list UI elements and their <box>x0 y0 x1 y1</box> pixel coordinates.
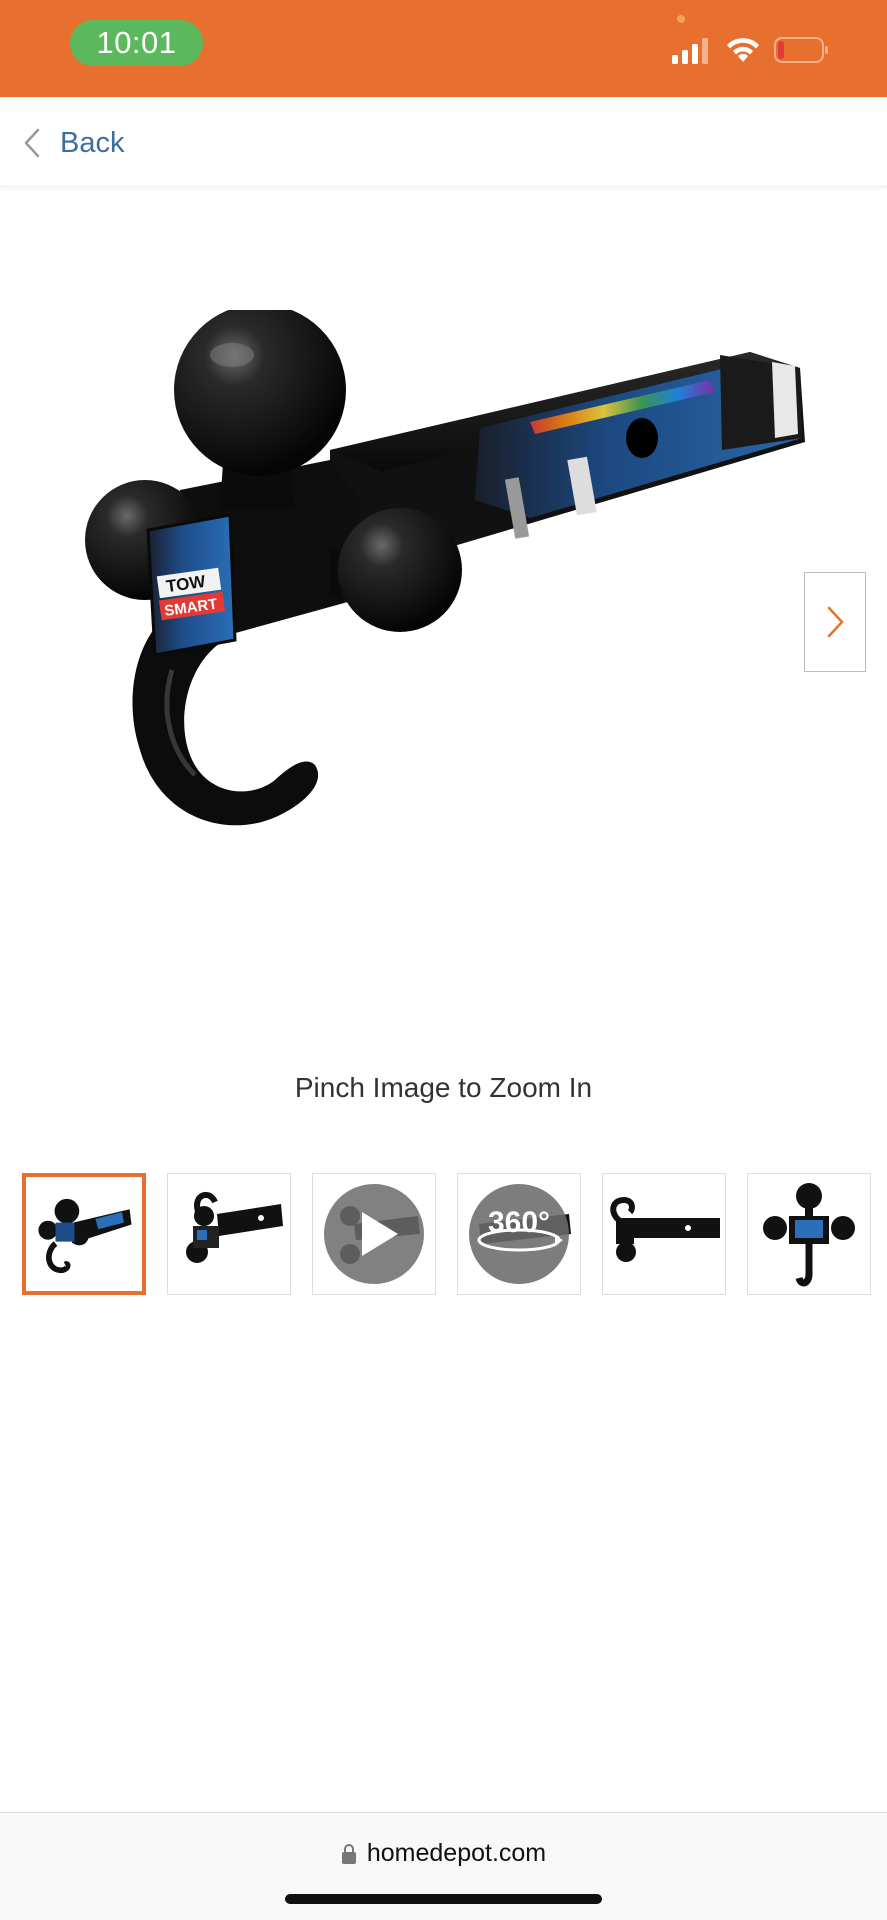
thumbnail-6[interactable] <box>747 1173 871 1295</box>
signal-icon <box>672 38 708 64</box>
lock-icon <box>341 1843 356 1864</box>
thumbnail-5[interactable] <box>602 1173 726 1295</box>
url-text: homedepot.com <box>366 1839 547 1867</box>
thumbnail-1[interactable] <box>22 1173 146 1295</box>
wifi-icon <box>727 38 759 62</box>
thumbnail-strip[interactable]: 360° <box>22 1173 887 1297</box>
privacy-indicator-dot <box>677 15 685 23</box>
spin-360-label: 360° <box>488 1206 550 1239</box>
status-bar: 10:01 <box>0 0 887 97</box>
zoom-hint: Pinch Image to Zoom In <box>294 1072 593 1103</box>
time-pill: 10:01 <box>70 20 203 66</box>
battery-low-icon <box>774 37 828 63</box>
chevron-right-icon <box>827 606 844 638</box>
thumbnail-360[interactable]: 360° <box>457 1173 581 1295</box>
chevron-left-icon <box>24 128 40 158</box>
back-label: Back <box>60 126 125 159</box>
thumbnail-video[interactable] <box>312 1173 436 1295</box>
back-button[interactable]: Back <box>20 121 124 165</box>
clock-time: 10:01 <box>96 25 177 60</box>
home-indicator[interactable] <box>285 1894 602 1904</box>
nav-bar: Back <box>0 97 887 187</box>
thumbnail-2[interactable] <box>167 1173 291 1295</box>
next-image-button[interactable] <box>804 572 866 672</box>
product-image[interactable]: TOW SMART <box>60 310 820 950</box>
